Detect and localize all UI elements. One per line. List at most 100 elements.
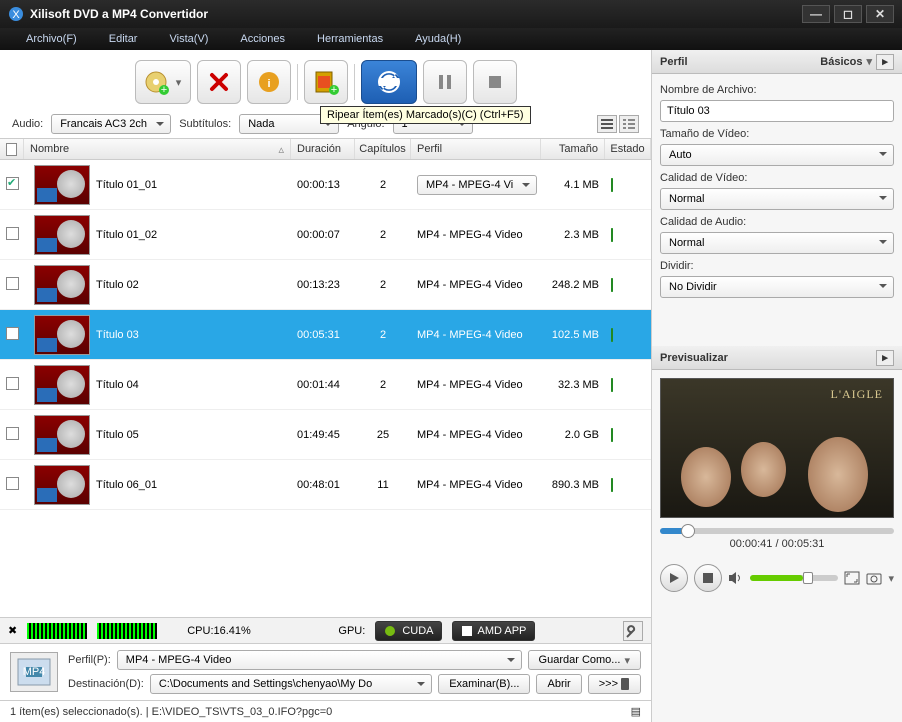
menu-ayuda[interactable]: Ayuda(H) <box>399 33 477 45</box>
view-list-button[interactable] <box>597 115 617 133</box>
row-chapters: 2 <box>355 229 411 241</box>
row-chapters: 11 <box>355 479 411 491</box>
row-duration: 00:48:01 <box>291 479 355 491</box>
cpu-meter-1 <box>27 623 87 639</box>
guardar-como-button[interactable]: Guardar Como...▾ <box>528 650 641 670</box>
svg-text:+: + <box>330 84 336 96</box>
row-checkbox[interactable] <box>6 377 19 390</box>
row-perfil-select[interactable]: MP4 - MPEG-4 Vi <box>417 175 537 195</box>
basicos-dropdown[interactable]: Básicos <box>820 56 862 68</box>
view-detail-button[interactable] <box>619 115 639 133</box>
abrir-button[interactable]: Abrir <box>536 674 581 694</box>
tamano-video-select[interactable]: Auto <box>660 144 894 166</box>
wrench-icon <box>626 624 640 638</box>
table-row[interactable]: Título 01_0200:00:072MP4 - MPEG-4 Video2… <box>0 210 651 260</box>
table-row[interactable]: Título 0200:13:232MP4 - MPEG-4 Video248.… <box>0 260 651 310</box>
row-checkbox[interactable] <box>6 177 19 190</box>
nombre-archivo-input[interactable]: Título 03 <box>660 100 894 122</box>
snapshot-menu[interactable]: ▾ <box>888 572 894 585</box>
table-row[interactable]: Título 0400:01:442MP4 - MPEG-4 Video32.3… <box>0 360 651 410</box>
row-perfil: MP4 - MPEG-4 Video <box>417 229 523 241</box>
subtitles-value: Nada <box>248 118 274 130</box>
cpu-label: CPU:16.41% <box>187 625 251 637</box>
row-status-icon <box>611 178 613 192</box>
row-size: 2.0 GB <box>541 429 605 441</box>
fullscreen-icon[interactable] <box>844 571 860 585</box>
row-size: 4.1 MB <box>541 179 605 191</box>
info-button[interactable]: i <box>247 60 291 104</box>
amd-icon <box>461 625 473 637</box>
col-nombre[interactable]: Nombre▵ <box>24 139 291 159</box>
detail-icon <box>623 119 635 129</box>
row-perfil: MP4 - MPEG-4 Video <box>417 329 523 341</box>
add-disc-button[interactable]: + ▾ <box>135 60 191 104</box>
examinar-button[interactable]: Examinar(B)... <box>438 674 530 694</box>
seek-bar[interactable] <box>660 528 894 534</box>
perfil-bottom-select[interactable]: MP4 - MPEG-4 Video <box>117 650 522 670</box>
close-meter-icon[interactable]: ✖ <box>8 624 17 637</box>
dest-select[interactable]: C:\Documents and Settings\chenyao\My Do <box>150 674 432 694</box>
gpu-settings-button[interactable] <box>623 621 643 641</box>
col-estado[interactable]: Estado <box>605 139 651 159</box>
close-button[interactable]: ✕ <box>866 5 894 23</box>
row-checkbox[interactable] <box>6 427 19 440</box>
calidad-video-select[interactable]: Normal <box>660 188 894 210</box>
delete-button[interactable] <box>197 60 241 104</box>
col-duracion[interactable]: Duración <box>291 139 355 159</box>
rip-button[interactable] <box>361 60 417 104</box>
minimize-button[interactable]: — <box>802 5 830 23</box>
col-tamano[interactable]: Tamaño <box>541 139 605 159</box>
menu-vista[interactable]: Vista(V) <box>153 33 224 45</box>
menu-acciones[interactable]: Acciones <box>224 33 301 45</box>
toolbar: + ▾ i + Ripear Ítem(es) Marca <box>0 50 651 110</box>
preview-stop-button[interactable] <box>694 564 722 592</box>
status-bar: 1 ítem(es) seleccionado(s). | E:\VIDEO_T… <box>0 700 651 722</box>
audio-select[interactable]: Francais AC3 2ch <box>51 114 171 134</box>
preview-collapse-button[interactable]: ▸ <box>876 350 894 366</box>
bottom-panel: MP4 Perfil(P): MP4 - MPEG-4 Video Guarda… <box>0 643 651 700</box>
gpu-label: GPU: <box>338 625 365 637</box>
effects-button[interactable]: + <box>304 60 348 104</box>
select-all-checkbox[interactable] <box>6 143 17 156</box>
menu-herramientas[interactable]: Herramientas <box>301 33 399 45</box>
stop-button[interactable] <box>473 60 517 104</box>
volume-slider[interactable] <box>750 575 838 581</box>
col-perfil[interactable]: Perfil <box>411 139 541 159</box>
cuda-button[interactable]: CUDA <box>375 621 442 641</box>
row-perfil: MP4 - MPEG-4 Video <box>417 479 523 491</box>
table-row[interactable]: Título 01_0100:00:132MP4 - MPEG-4 Vi4.1 … <box>0 160 651 210</box>
table-row[interactable]: Título 0501:49:4525MP4 - MPEG-4 Video2.0… <box>0 410 651 460</box>
list-icon <box>601 119 613 129</box>
play-button[interactable] <box>660 564 688 592</box>
row-name: Título 03 <box>90 329 291 341</box>
maximize-button[interactable]: ◻ <box>834 5 862 23</box>
snapshot-icon[interactable] <box>866 571 882 585</box>
col-capitulos[interactable]: Capítulos <box>355 139 411 159</box>
row-checkbox[interactable] <box>6 277 19 290</box>
menu-editar[interactable]: Editar <box>93 33 154 45</box>
row-thumbnail <box>34 165 90 205</box>
rip-tooltip: Ripear Ítem(es) Marcado(s)(C) (Ctrl+F5) <box>320 106 531 124</box>
status-menu-icon[interactable]: ▤ <box>631 705 641 718</box>
dividir-select[interactable]: No Dividir <box>660 276 894 298</box>
amd-button[interactable]: AMD APP <box>452 621 535 641</box>
row-checkbox[interactable] <box>6 327 19 340</box>
perfil-collapse-button[interactable]: ▸ <box>876 54 894 70</box>
row-thumbnail <box>34 465 90 505</box>
row-name: Título 01_02 <box>90 229 291 241</box>
preview-video[interactable] <box>660 378 894 518</box>
svg-text:i: i <box>267 78 270 90</box>
dest-label: Destinación(D): <box>68 678 144 690</box>
table-row[interactable]: Título 0300:05:312MP4 - MPEG-4 Video102.… <box>0 310 651 360</box>
row-chapters: 2 <box>355 279 411 291</box>
row-checkbox[interactable] <box>6 227 19 240</box>
device-button[interactable]: >>> <box>588 674 641 694</box>
volume-icon[interactable] <box>728 571 744 585</box>
delete-x-icon <box>207 70 231 94</box>
row-checkbox[interactable] <box>6 477 19 490</box>
pause-button[interactable] <box>423 60 467 104</box>
calidad-audio-select[interactable]: Normal <box>660 232 894 254</box>
table-row[interactable]: Título 06_0100:48:0111MP4 - MPEG-4 Video… <box>0 460 651 510</box>
gpu-row: ✖ CPU:16.41% GPU: CUDA AMD APP <box>0 617 651 643</box>
menu-archivo[interactable]: Archivo(F) <box>10 33 93 45</box>
